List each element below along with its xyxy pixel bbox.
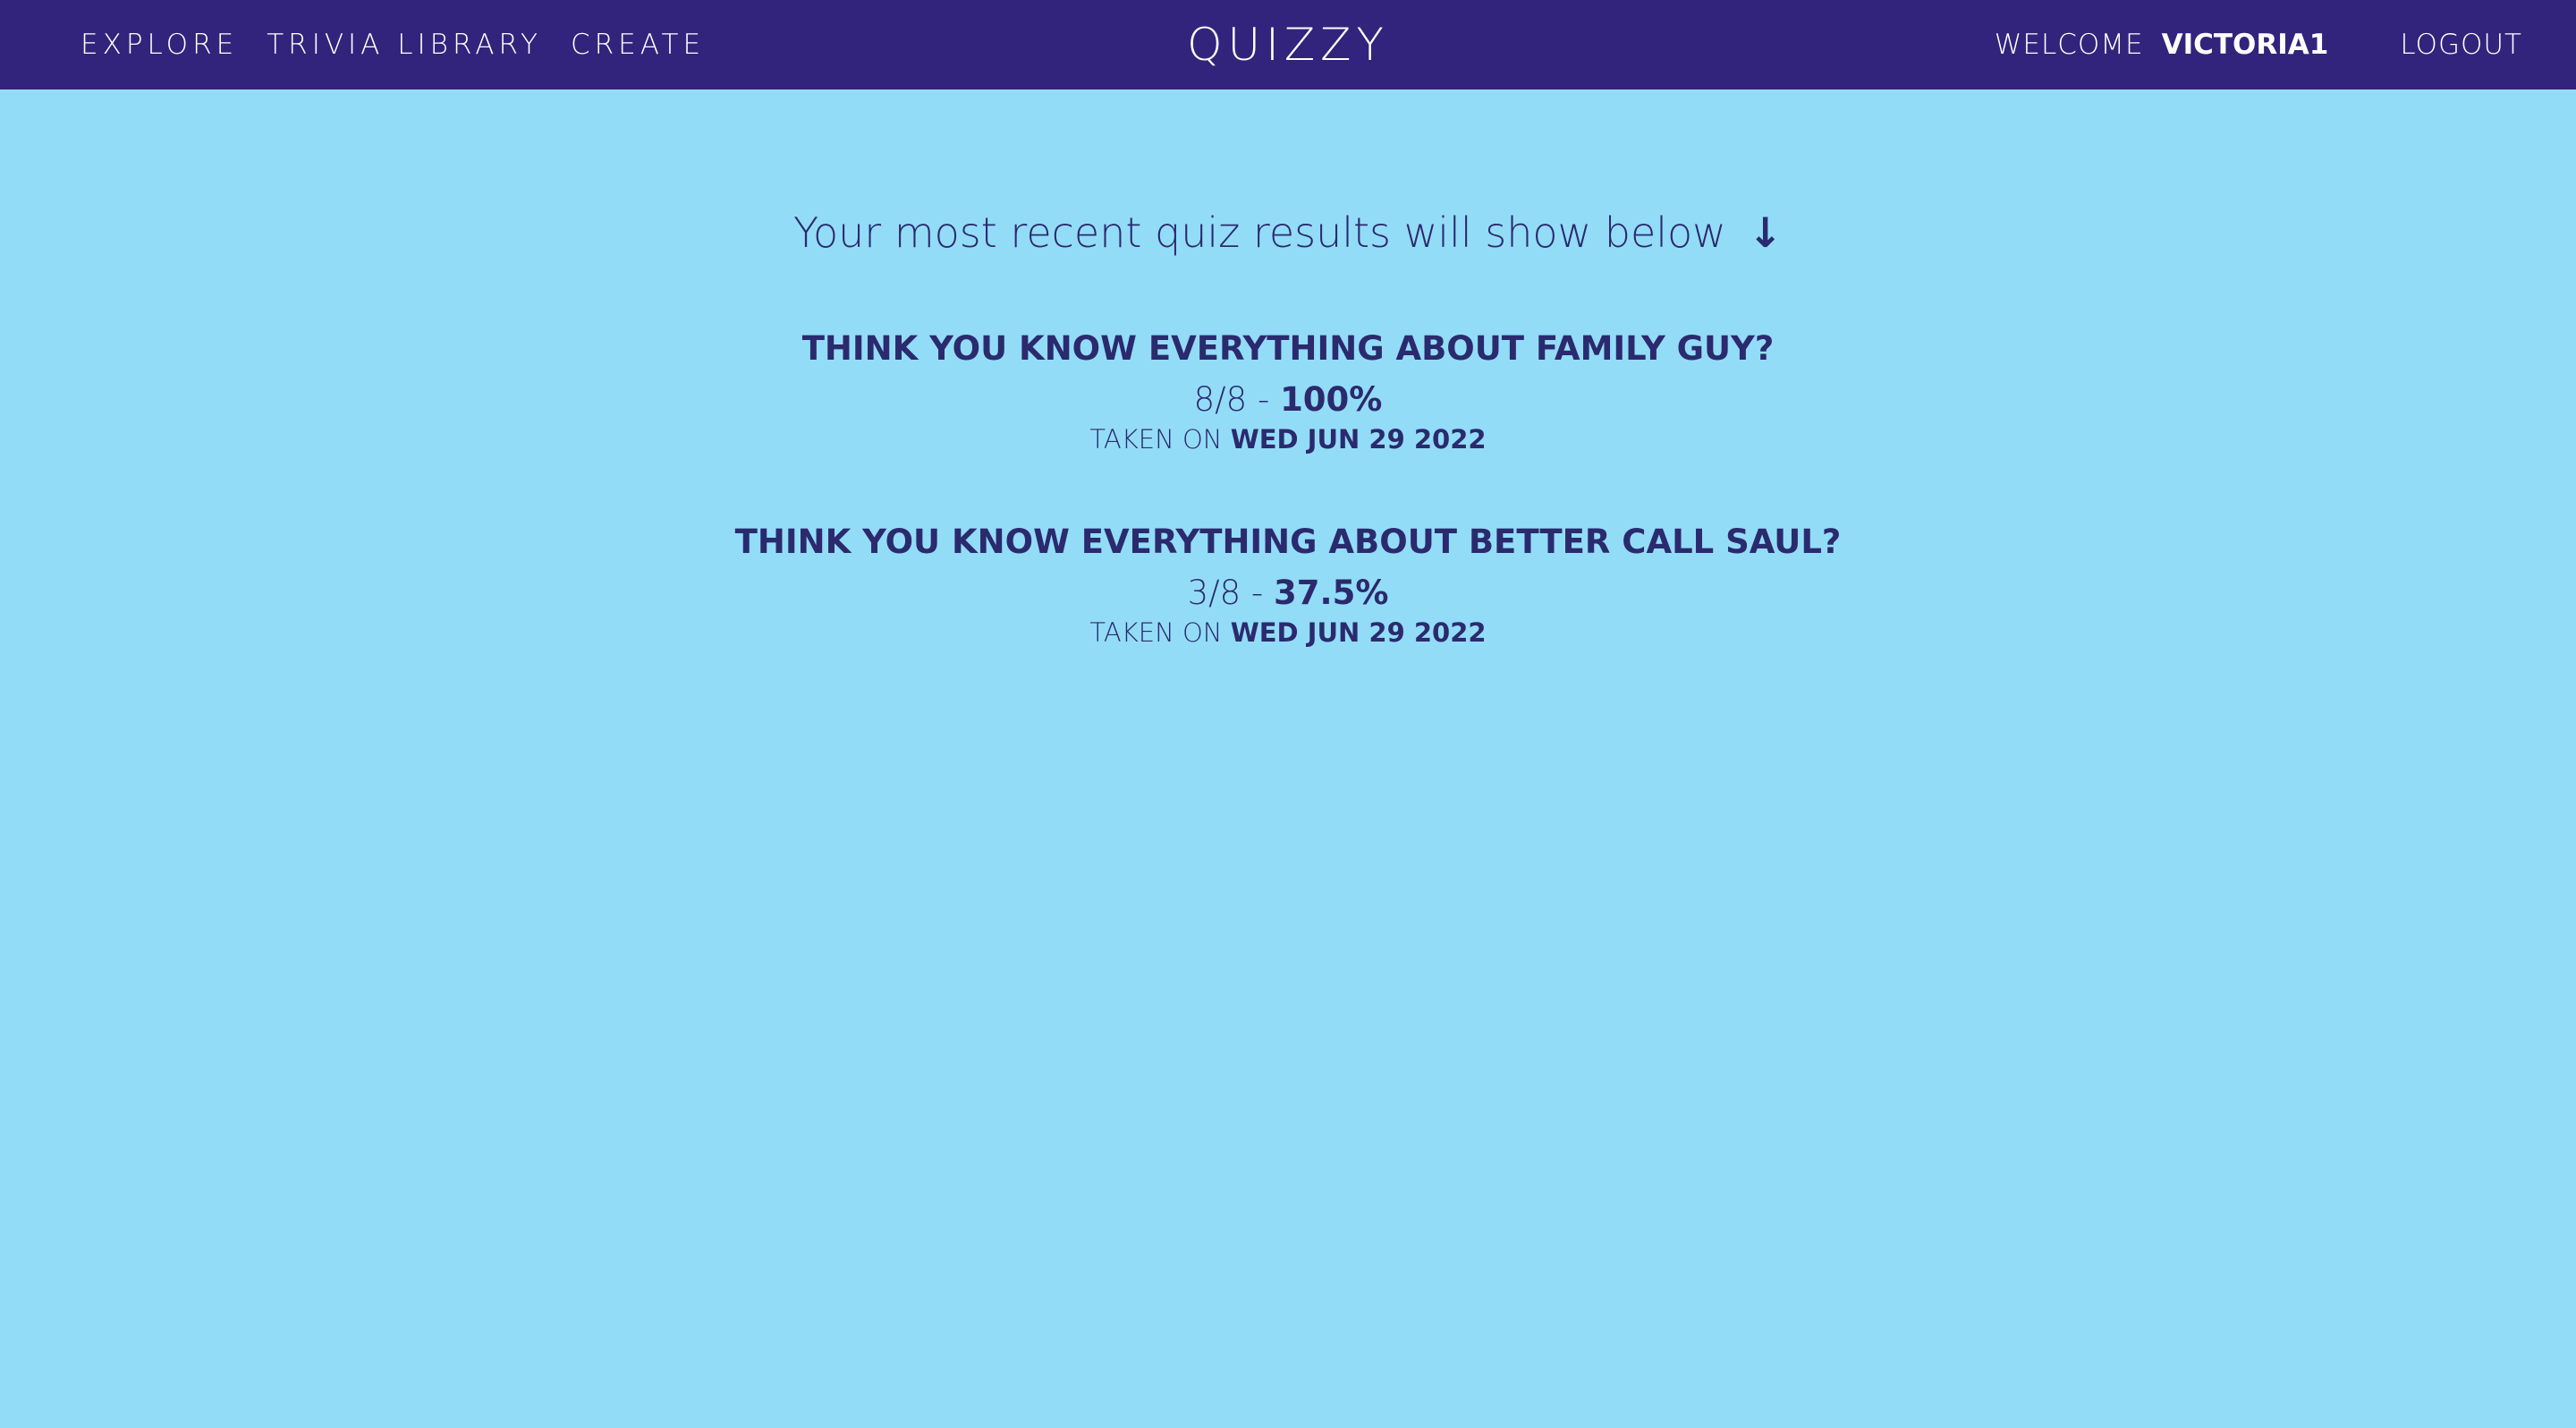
nav-explore-link[interactable]: EXPLORE bbox=[80, 29, 238, 61]
results-page: Your most recent quiz results will show … bbox=[0, 89, 2576, 650]
intro-text: Your most recent quiz results will show … bbox=[793, 208, 1726, 257]
quiz-result: THINK YOU KNOW EVERYTHING ABOUT FAMILY G… bbox=[0, 327, 2576, 457]
quiz-result-score: 8/8 - 100% bbox=[0, 378, 2576, 421]
quiz-result-score: 3/8 - 37.5% bbox=[0, 572, 2576, 615]
username: VICTORIA1 bbox=[2161, 29, 2329, 61]
quiz-result-title: THINK YOU KNOW EVERYTHING ABOUT FAMILY G… bbox=[801, 329, 1775, 368]
brand-logo[interactable]: QUIZZY bbox=[1187, 19, 1389, 71]
nav-create-link[interactable]: CREATE bbox=[571, 29, 705, 61]
quiz-result-taken: TAKEN ON WED JUN 29 2022 bbox=[0, 615, 2576, 650]
arrow-down-icon: ↓ bbox=[1748, 208, 1783, 257]
taken-date: WED JUN 29 2022 bbox=[1230, 424, 1487, 455]
score-percent: 100% bbox=[1280, 380, 1383, 419]
intro-message: Your most recent quiz results will show … bbox=[0, 206, 2576, 259]
quiz-result-taken: TAKEN ON WED JUN 29 2022 bbox=[0, 421, 2576, 457]
nav-links: EXPLORE TRIVIA LIBRARY CREATE bbox=[80, 0, 705, 89]
nav-trivia-library-link[interactable]: TRIVIA LIBRARY bbox=[267, 29, 542, 61]
logout-link[interactable]: LOGOUT bbox=[2400, 29, 2522, 61]
taken-date: WED JUN 29 2022 bbox=[1230, 617, 1487, 648]
user-area: WELCOME VICTORIA1 LOGOUT bbox=[1995, 0, 2522, 89]
quiz-result-title: THINK YOU KNOW EVERYTHING ABOUT BETTER C… bbox=[734, 523, 1842, 561]
score-fraction: 3/8 bbox=[1187, 574, 1241, 612]
welcome-label: WELCOME bbox=[1994, 29, 2144, 61]
taken-label: TAKEN ON bbox=[1089, 424, 1223, 455]
taken-label: TAKEN ON bbox=[1089, 617, 1223, 648]
score-fraction: 8/8 bbox=[1193, 380, 1248, 419]
score-separator: - bbox=[1257, 380, 1270, 419]
score-percent: 37.5% bbox=[1274, 574, 1389, 612]
top-navbar: EXPLORE TRIVIA LIBRARY CREATE QUIZZY WEL… bbox=[0, 0, 2576, 89]
quiz-result: THINK YOU KNOW EVERYTHING ABOUT BETTER C… bbox=[0, 520, 2576, 650]
score-separator: - bbox=[1250, 574, 1264, 612]
